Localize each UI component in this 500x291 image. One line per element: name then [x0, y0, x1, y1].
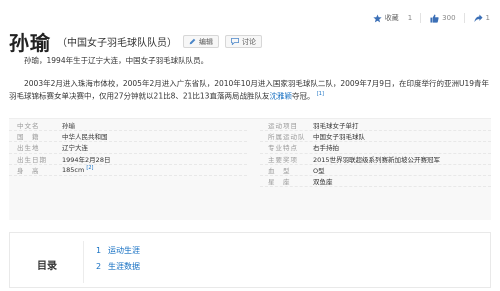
info-value: 辽宁大连: [62, 144, 88, 153]
toc-item-number: 2: [96, 262, 102, 271]
info-row: 国 籍 中华人民共和国: [9, 131, 247, 143]
toc-item-career-data[interactable]: 2 生涯数据: [96, 261, 140, 272]
intro-text-end: 夺冠。: [291, 91, 315, 101]
height-value: 185cm: [62, 166, 85, 175]
info-value: 羽毛球女子单打: [313, 122, 359, 131]
basic-info-table: 中文名 孙瑜 国 籍 中华人民共和国 出生地 辽宁大连 出生日期 1994年2月…: [9, 118, 491, 220]
info-key: 星 座: [268, 178, 291, 187]
info-key: 所属运动队: [268, 133, 306, 142]
info-row: 血 型 O型: [260, 165, 491, 176]
favorite-count-value: 1: [407, 14, 413, 22]
info-value: 2015世界羽联超级系列赛新加坡公开赛冠军: [313, 155, 441, 164]
favorite-button[interactable]: 收藏: [373, 13, 399, 23]
divider: [463, 13, 465, 23]
star-icon: [373, 13, 382, 22]
info-row: 出生地 辽宁大连: [9, 142, 247, 154]
info-key: 出生日期: [17, 155, 47, 164]
intro-paragraph-1: 孙瑜，1994年生于辽宁大连，中国女子羽毛球队队员。: [24, 56, 209, 65]
info-left-column: 中文名 孙瑜 国 籍 中华人民共和国 出生地 辽宁大连 出生日期 1994年2月…: [9, 120, 247, 176]
info-key: 出生地: [17, 144, 40, 153]
info-key: 主要奖项: [268, 155, 298, 164]
info-key: 运动项目: [268, 122, 298, 131]
page-subtitle: （中国女子羽毛球队队员）: [57, 38, 177, 49]
link-shen-yaying[interactable]: 沈雅颖: [269, 92, 292, 101]
info-row: 出生日期 1994年2月28日: [9, 154, 247, 165]
info-row: 专业特点 右手持拍: [260, 142, 491, 154]
intro-details: 2003年2月进入珠海市体校，2005年2月进入广东省队，2010年10月进入国…: [9, 78, 491, 102]
share-button[interactable]: 1: [473, 13, 490, 23]
info-key: 国 籍: [17, 133, 40, 142]
toc-title: 目录: [37, 261, 57, 272]
reference-link[interactable]: [2]: [86, 165, 93, 171]
info-value: 双鱼座: [313, 178, 333, 187]
page-title: 孙瑜: [9, 31, 51, 55]
pencil-icon: [189, 38, 196, 45]
info-value: 185cm [2]: [62, 165, 93, 174]
info-value: 右手持拍: [313, 144, 339, 153]
discuss-label: 讨论: [242, 37, 256, 46]
info-value: 中华人民共和国: [62, 133, 108, 142]
share-count: 1: [485, 14, 490, 22]
toc-item-number: 1: [96, 246, 102, 255]
toc-item-label: 运动生涯: [108, 246, 140, 255]
toc-item-label: 生涯数据: [108, 262, 140, 271]
thumbs-up-icon: [430, 13, 439, 23]
table-of-contents: 目录 1 运动生涯 2 生涯数据: [9, 232, 491, 288]
info-key: 血 型: [268, 166, 291, 175]
intro-paragraph-2: 2003年2月进入珠海市体校，2005年2月进入广东省队，2010年10月进入国…: [9, 78, 491, 102]
info-row: 所属运动队 中国女子羽毛球队: [260, 131, 491, 143]
toc-item-career[interactable]: 1 运动生涯: [96, 245, 140, 256]
info-row: 主要奖项 2015世界羽联超级系列赛新加坡公开赛冠军: [260, 154, 491, 165]
reference-link[interactable]: [1]: [317, 91, 324, 97]
discuss-button[interactable]: 讨论: [225, 35, 262, 48]
info-row: 中文名 孙瑜: [9, 120, 247, 132]
info-value: 中国女子羽毛球队: [313, 133, 365, 142]
intro-text: 2003年2月进入珠海市体校，2005年2月进入广东省队，2010年10月进入国…: [9, 79, 490, 101]
info-key: 身 高: [17, 166, 40, 175]
page-actions: 收藏 1 300 1: [364, 13, 490, 23]
toc-divider: [83, 241, 84, 283]
like-button[interactable]: 300: [430, 13, 456, 23]
intro-summary: 孙瑜，1994年生于辽宁大连，中国女子羽毛球队队员。: [9, 55, 491, 66]
info-value: 1994年2月28日: [62, 155, 111, 164]
info-right-column: 运动项目 羽毛球女子单打 所属运动队 中国女子羽毛球队 专业特点 右手持拍 主要…: [260, 120, 491, 188]
info-row: 星 座 双鱼座: [260, 176, 491, 188]
info-key: 专业特点: [268, 144, 298, 153]
title-row: 孙瑜 （中国女子羽毛球队队员） 编辑 讨论: [9, 27, 262, 56]
share-icon: [473, 13, 483, 22]
favorite-label: 收藏: [384, 14, 399, 22]
info-value: 孙瑜: [62, 122, 75, 131]
info-row: 运动项目 羽毛球女子单打: [260, 120, 491, 132]
like-count: 300: [442, 14, 456, 22]
info-value: O型: [313, 166, 325, 175]
chat-icon: [231, 38, 239, 45]
favorite-count: 1: [408, 14, 412, 22]
info-row: 身 高 185cm [2]: [9, 165, 247, 176]
info-key: 中文名: [17, 122, 40, 131]
edit-label: 编辑: [199, 37, 213, 46]
edit-button[interactable]: 编辑: [183, 35, 219, 48]
divider: [420, 13, 422, 23]
